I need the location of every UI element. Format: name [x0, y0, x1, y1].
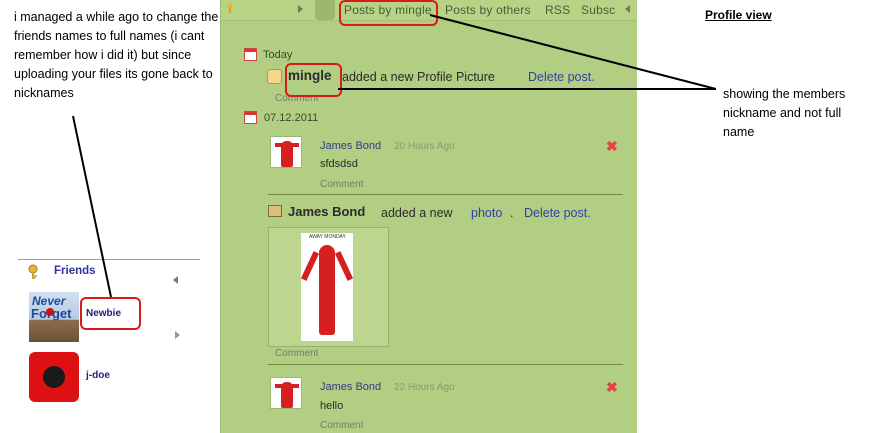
post-time: 22 Hours Ago — [394, 382, 455, 393]
photo-image: AWAY MONDAY — [300, 233, 354, 341]
user-avatar-mingle[interactable] — [267, 69, 282, 84]
poppy-center — [43, 366, 65, 388]
friends-divider — [18, 259, 200, 260]
delete-post-link[interactable]: Delete post. — [528, 70, 595, 84]
delete-post-link[interactable]: Delete post. — [524, 206, 591, 220]
photo-icon — [268, 205, 282, 217]
annotation-profile-view: Profile view — [705, 8, 772, 22]
friends-title: Friends — [54, 265, 96, 277]
friend-avatar-jdoe[interactable] — [29, 352, 79, 402]
tab-subscribe[interactable]: Subsc — [581, 3, 615, 17]
calendar-icon — [244, 111, 257, 124]
tab-posts-by-others[interactable]: Posts by others — [445, 3, 531, 17]
annotation-left-note: i managed a while ago to change the frie… — [14, 10, 219, 100]
comment-link[interactable]: Comment — [320, 420, 363, 431]
post-body: sfdsdsd — [320, 158, 358, 170]
post-author-name[interactable]: James Bond — [320, 381, 381, 393]
post-body: hello — [320, 400, 344, 412]
scroll-left-icon[interactable] — [625, 5, 630, 13]
comment-link[interactable]: Comment — [275, 348, 318, 359]
delete-icon[interactable]: ✖ — [606, 139, 618, 153]
post-author-name[interactable]: James Bond — [320, 140, 381, 152]
date-heading: Today — [263, 49, 293, 61]
annotation-right-note: showing the members nickname and not ful… — [723, 87, 846, 139]
post-author-avatar[interactable] — [270, 136, 302, 168]
collapse-arrow-icon[interactable] — [173, 276, 178, 284]
photo-caption: AWAY MONDAY — [309, 234, 346, 240]
photo-thumbnail[interactable]: AWAY MONDAY — [268, 227, 389, 347]
post-divider — [268, 194, 623, 195]
calendar-icon — [244, 48, 257, 61]
punctuation: . — [510, 206, 514, 220]
comment-link[interactable]: Comment — [320, 179, 363, 190]
post-divider — [268, 364, 623, 365]
activity-text: added a new Profile Picture — [342, 70, 495, 84]
highlight-box-mingle — [285, 63, 342, 97]
highlight-box-tab — [339, 0, 438, 26]
post-author-avatar[interactable] — [270, 377, 302, 409]
activity-text: added a new — [381, 206, 453, 220]
post-time: 20 Hours Ago — [394, 141, 455, 152]
tab-active-marker[interactable] — [315, 0, 335, 20]
tab-rss[interactable]: RSS — [545, 3, 570, 17]
activity-user-name[interactable]: James Bond — [288, 204, 365, 219]
highlight-box-newbie — [80, 297, 141, 330]
poppy-icon — [46, 308, 54, 316]
key-icon — [28, 264, 42, 280]
delete-icon[interactable]: ✖ — [606, 380, 618, 394]
scroll-right-icon[interactable] — [298, 5, 303, 13]
friend-avatar-newbie[interactable]: Never Forget — [29, 292, 79, 342]
expand-arrow-icon[interactable] — [175, 331, 180, 339]
date-heading: 07.12.2011 — [264, 112, 319, 124]
photo-link[interactable]: photo — [471, 206, 502, 220]
key-icon — [226, 0, 238, 13]
friend-name-jdoe[interactable]: j-doe — [86, 370, 110, 381]
